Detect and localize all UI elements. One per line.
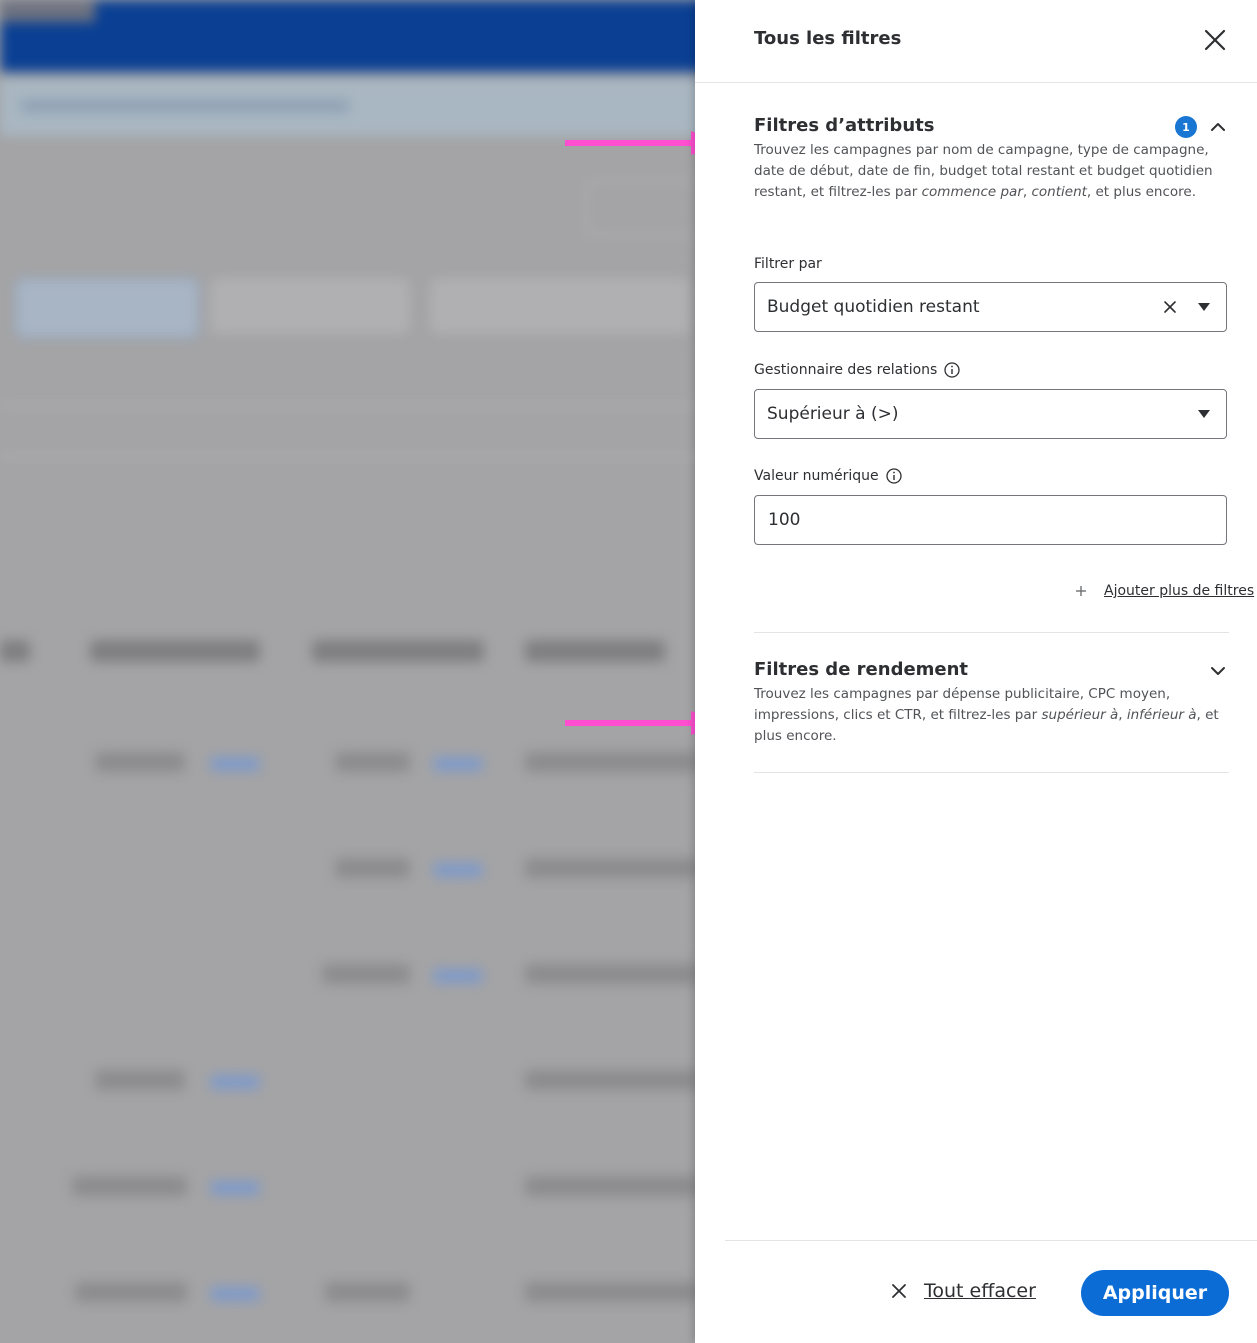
performance-filters-description: Trouvez les campagnes par dépense public… (754, 684, 1229, 747)
filter-by-value: Budget quotidien restant (767, 297, 980, 317)
bg-cell (525, 858, 700, 878)
background-app (0, 0, 727, 1343)
section-divider (754, 632, 1229, 633)
bg-cell (95, 752, 185, 772)
bg-cell (525, 964, 700, 984)
bg-link (210, 757, 260, 771)
chevron-up-icon[interactable] (1210, 117, 1226, 137)
all-filters-panel: Tous les filtres Filtres d’attributs 1 T… (695, 0, 1257, 1343)
relation-label: Gestionnaire des relations (754, 362, 960, 378)
bg-cell (525, 1282, 700, 1302)
close-icon (892, 1284, 906, 1298)
add-more-filters[interactable]: Ajouter plus de filtres (1075, 583, 1254, 599)
relation-value: Supérieur à (>) (767, 404, 899, 424)
numeric-value-input[interactable] (756, 497, 1220, 543)
apply-button[interactable]: Appliquer (1081, 1270, 1229, 1316)
bg-banner-text (20, 100, 350, 112)
caret-down-icon[interactable] (1198, 302, 1210, 312)
info-icon[interactable] (944, 362, 960, 378)
bg-tab (430, 278, 690, 334)
background-app-blur (0, 0, 727, 1343)
attribute-filters-description: Trouvez les campagnes par nom de campagn… (754, 140, 1229, 203)
bg-cell (335, 752, 410, 772)
bg-link (433, 863, 483, 877)
bg-cell (325, 1282, 410, 1302)
description-emphasis: commence par (921, 184, 1023, 200)
info-icon[interactable] (886, 468, 902, 484)
bg-link (210, 1075, 260, 1089)
clear-all-label: Tout effacer (924, 1280, 1036, 1302)
close-icon[interactable] (1201, 26, 1229, 54)
chevron-down-icon[interactable] (1210, 661, 1226, 681)
bg-link (210, 1287, 260, 1301)
bg-cell (322, 964, 410, 984)
bg-column-header (0, 640, 30, 662)
clear-all-button[interactable]: Tout effacer (890, 1280, 1036, 1302)
panel-header: Tous les filtres (695, 0, 1257, 83)
filter-by-label-text: Filtrer par (754, 256, 822, 272)
numeric-value-label-text: Valeur numérique (754, 468, 879, 484)
bg-cell (525, 1176, 700, 1196)
caret-down-icon[interactable] (1198, 409, 1210, 419)
bg-cell (335, 858, 410, 878)
description-text: , et plus encore. (1086, 184, 1196, 200)
bg-divider (0, 455, 727, 458)
filter-by-label: Filtrer par (754, 256, 822, 272)
bg-cell (75, 1282, 187, 1302)
footer-divider (725, 1240, 1257, 1241)
filter-by-select[interactable]: Budget quotidien restant (754, 282, 1227, 332)
bg-column-header (312, 640, 484, 662)
bg-cell (95, 1070, 185, 1090)
description-emphasis: contient (1031, 184, 1087, 200)
relation-label-text: Gestionnaire des relations (754, 362, 938, 378)
plus-icon (1076, 586, 1086, 596)
performance-filters-section: Filtres de rendement Trouvez les campagn… (754, 659, 1229, 747)
bg-link (210, 1181, 260, 1195)
bg-column-header (90, 640, 260, 662)
numeric-value-label: Valeur numérique (754, 468, 902, 484)
bg-cell (72, 1176, 187, 1196)
filter-count-badge: 1 (1175, 116, 1197, 138)
bg-cell (525, 1070, 700, 1090)
bg-tab (15, 278, 199, 338)
bg-link (433, 757, 483, 771)
bg-tab (210, 278, 410, 334)
bg-link (433, 969, 483, 983)
description-separator: , (1118, 707, 1127, 723)
panel-title: Tous les filtres (754, 28, 902, 49)
attribute-filters-section: Filtres d’attributs 1 Trouvez les campag… (754, 115, 1229, 203)
relation-select[interactable]: Supérieur à (>) (754, 389, 1227, 439)
section-divider (754, 772, 1229, 773)
bg-divider (0, 405, 727, 408)
clear-selection-icon[interactable] (1161, 298, 1179, 316)
add-more-filters-link[interactable]: Ajouter plus de filtres (1104, 583, 1254, 599)
description-emphasis: inférieur à (1126, 707, 1197, 723)
description-emphasis: supérieur à (1041, 707, 1119, 723)
numeric-value-field[interactable] (754, 495, 1227, 545)
bg-cell (525, 752, 700, 772)
attribute-filters-title: Filtres d’attributs (754, 115, 935, 136)
bg-header-chip (0, 0, 95, 22)
performance-filters-title: Filtres de rendement (754, 659, 969, 680)
bg-header-bar (0, 0, 727, 72)
bg-column-header (525, 640, 665, 662)
